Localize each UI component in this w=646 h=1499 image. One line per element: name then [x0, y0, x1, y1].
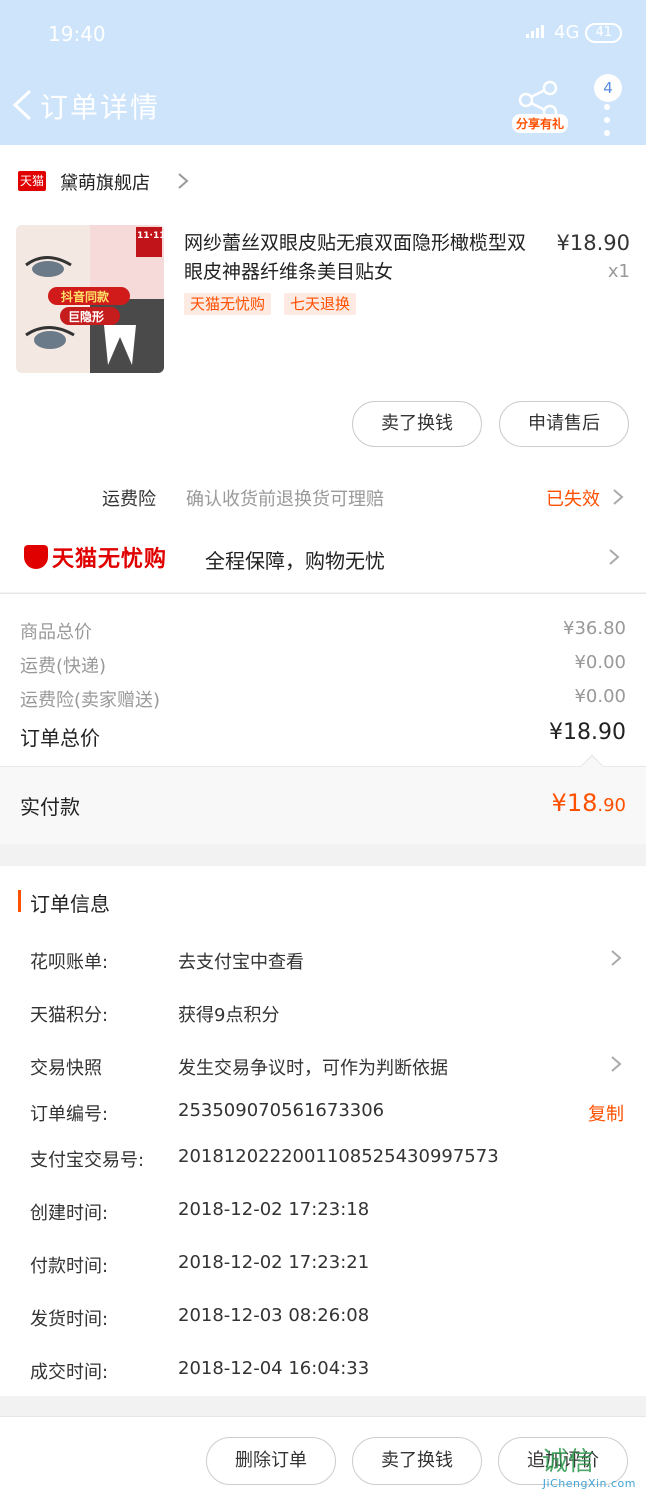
info-value-snapshot[interactable]: 发生交易争议时，可作为判断依据	[178, 1054, 448, 1080]
delete-order-button[interactable]: 删除订单	[206, 1437, 336, 1485]
chevron-right-icon[interactable]	[608, 547, 620, 567]
wuyou-description: 全程保障，购物无忧	[205, 549, 385, 573]
thumb-banner-text-1: 抖音同款	[61, 290, 110, 304]
service-tag: 七天退换	[284, 293, 357, 315]
service-tag: 天猫无忧购	[184, 293, 272, 315]
info-label-created: 创建时间:	[30, 1203, 109, 1224]
page-title: 订单详情	[40, 91, 161, 124]
watermark-url: JiChengXin.com	[542, 1477, 636, 1490]
price-row-label: 运费险(卖家赠送)	[20, 690, 161, 711]
order-item-card: 天猫 黛萌旗舰店 11·11 抖音同款 巨隐形 网纱蕾丝双眼皮贴无痕双面隐形橄榄…	[0, 145, 646, 592]
product-title[interactable]: 网纱蕾丝双眼皮贴无痕双面隐形橄榄型双眼皮神器纤维条美目贴女	[184, 229, 544, 287]
order-info-title: 订单信息	[30, 892, 110, 916]
paid-value-decimal: .90	[597, 795, 626, 816]
price-row-value: ¥0.00	[574, 652, 626, 673]
info-value-created: 2018-12-02 17:23:18	[178, 1199, 370, 1220]
info-label-points: 天猫积分:	[30, 1005, 109, 1026]
more-menu-button[interactable]: 4	[592, 74, 632, 136]
paid-value: ¥18.90	[552, 789, 626, 817]
status-time: 19:40	[48, 22, 106, 46]
info-value-points: 获得9点积分	[178, 1005, 280, 1026]
resell-button[interactable]: 卖了换钱	[352, 401, 482, 447]
order-total-label: 订单总价	[20, 726, 100, 750]
chevron-right-icon[interactable]	[610, 1054, 622, 1074]
chevron-right-icon[interactable]	[176, 171, 190, 191]
tmall-wuyou-logo: 天猫无忧购	[24, 543, 184, 572]
order-total-value: ¥18.90	[549, 720, 626, 745]
info-label-order-no: 订单编号:	[30, 1104, 109, 1125]
section-accent-bar	[18, 890, 21, 912]
tmall-logo: 天猫	[18, 171, 46, 191]
info-label-snapshot: 交易快照	[30, 1058, 102, 1079]
app-header: 19:40 4G 41 订单详情 分享有礼 4	[0, 0, 646, 145]
product-price: ¥18.90	[556, 231, 630, 255]
order-info-card: 订单信息 花呗账单: 去支付宝中查看 天猫积分: 获得9点积分 交易快照 发生交…	[0, 866, 646, 1396]
product-thumbnail[interactable]: 11·11 抖音同款 巨隐形	[16, 225, 164, 373]
watermark-mark: 诚信	[542, 1447, 595, 1477]
resell-button[interactable]: 卖了换钱	[352, 1437, 482, 1485]
info-label-huabei: 花呗账单:	[30, 952, 109, 973]
insurance-status[interactable]: 已失效	[546, 485, 600, 511]
info-value-paid: 2018-12-02 17:23:21	[178, 1252, 370, 1273]
info-value-completed: 2018-12-04 16:04:33	[178, 1358, 370, 1379]
price-row-label: 商品总价	[20, 622, 92, 643]
info-label-paid: 付款时间:	[30, 1256, 109, 1277]
status-indicators: 4G 41	[526, 22, 622, 43]
info-value-alipay-no: 2018120222001108525430997573	[178, 1146, 499, 1167]
price-summary: 商品总价 ¥36.80 运费(快递) ¥0.00 运费险(卖家赠送) ¥0.00…	[0, 593, 646, 766]
info-value-order-no: 253509070561673306	[178, 1100, 385, 1121]
signal-icon	[526, 22, 548, 43]
product-quantity: x1	[607, 261, 630, 282]
shield-icon	[24, 545, 48, 569]
thumb-banner-text-2: 巨隐形	[68, 310, 105, 324]
price-row-value: ¥36.80	[563, 618, 626, 639]
bottom-action-bar: 删除订单 卖了换钱 追加评价 诚信 JiChengXin.com	[0, 1416, 646, 1499]
store-name[interactable]: 黛萌旗舰店	[60, 169, 150, 195]
info-label-completed: 成交时间:	[30, 1362, 109, 1383]
network-type: 4G	[554, 22, 580, 43]
paid-amount-row: 实付款 ¥18.90	[0, 754, 646, 844]
info-label-alipay-no: 支付宝交易号:	[30, 1150, 145, 1171]
price-row-label: 运费(快递)	[20, 656, 107, 677]
paid-value-int: ¥18	[551, 789, 598, 817]
paid-label: 实付款	[20, 795, 80, 819]
back-arrow-icon[interactable]	[10, 88, 34, 122]
battery-icon: 41	[585, 22, 622, 43]
after-sales-button[interactable]: 申请售后	[499, 401, 629, 447]
insurance-label: 运费险	[102, 489, 156, 510]
thumb-badge-text: 11·11	[137, 231, 164, 241]
message-count-badge: 4	[594, 74, 622, 102]
price-row-value: ¥0.00	[574, 686, 626, 707]
share-label: 分享有礼	[512, 114, 569, 133]
copy-button[interactable]: 复制	[588, 1100, 624, 1126]
info-value-shipped: 2018-12-03 08:26:08	[178, 1305, 370, 1326]
chevron-right-icon[interactable]	[610, 948, 622, 968]
watermark-logo: 诚信 JiChengXin.com	[524, 1439, 638, 1491]
info-label-shipped: 发货时间:	[30, 1309, 109, 1330]
info-value-huabei[interactable]: 去支付宝中查看	[178, 948, 304, 974]
chevron-right-icon[interactable]	[612, 487, 624, 507]
more-dots-icon	[604, 104, 610, 143]
insurance-description: 确认收货前退换货可理赔	[186, 489, 384, 510]
share-button[interactable]: 分享有礼	[510, 80, 570, 136]
